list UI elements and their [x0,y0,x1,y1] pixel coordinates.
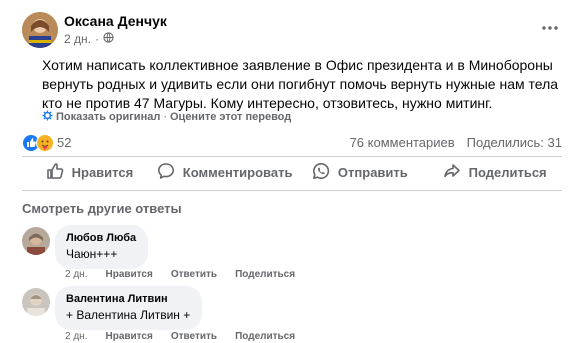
share-icon [443,162,461,183]
translate-gear-icon [42,110,53,124]
share-label: Поделиться [468,164,547,180]
comment-text: Чаюн+++ [66,247,118,261]
post-text: Хотим написать коллективное заявление в … [42,57,559,111]
send-label: Отправить [337,164,408,180]
commenter-name[interactable]: Любов Люба [66,231,136,245]
like-button[interactable]: Нравится [22,157,157,187]
globe-icon [103,32,114,46]
comment-icon [157,162,175,183]
post-time[interactable]: 2 дн. [64,32,91,46]
comment-text: + Валентина Литвин + [66,308,191,322]
comment-bubble: Валентина Литвин + Валентина Литвин + [55,286,203,330]
share-button[interactable]: Поделиться [427,157,562,187]
comment-reply-button[interactable]: Ответить [171,331,217,342]
author-name[interactable]: Оксана Денчук [64,13,167,29]
reaction-icons[interactable] [22,134,54,155]
comment-actions: 2 дн. Нравится Ответить Поделиться [65,331,295,342]
comment-share-button[interactable]: Поделиться [235,269,295,280]
comment-reply-button[interactable]: Ответить [171,269,217,280]
comment-bubble: Любов Люба Чаюн+++ [55,225,149,269]
divider-bottom [22,190,562,191]
comment-time[interactable]: 2 дн. [65,269,87,280]
translation-row: Показать оригинал · Оцените этот перевод [42,110,291,124]
see-more-replies-link[interactable]: Смотреть другие ответы [22,201,182,216]
comment-like-button[interactable]: Нравится [105,331,152,342]
more-dots-icon [542,17,558,35]
translate-separator: · [163,111,167,123]
comment-button[interactable]: Комментировать [157,157,293,187]
comment-share-button[interactable]: Поделиться [235,331,295,342]
reaction-count[interactable]: 52 [57,135,71,150]
more-options-button[interactable] [538,16,562,36]
comment-actions: 2 дн. Нравится Ответить Поделиться [65,269,295,280]
comment-item: Валентина Литвин + Валентина Литвин + 2 … [22,286,542,343]
post-meta: 2 дн. · [64,32,114,46]
post-action-bar: Нравится Комментировать Отправить Подели… [22,157,562,187]
show-original-link[interactable]: Показать оригинал [56,111,160,123]
whatsapp-icon [312,162,330,183]
comment-time[interactable]: 2 дн. [65,331,87,342]
comment-label: Комментировать [182,164,293,180]
care-reaction-icon [36,134,54,155]
like-icon [46,162,64,183]
post-stats: 76 комментариев Поделились: 31 [350,135,562,150]
commenter-name[interactable]: Валентина Литвин [66,292,190,306]
comment-like-button[interactable]: Нравится [105,269,152,280]
comments-count[interactable]: 76 комментариев [350,135,455,150]
meta-separator: · [94,32,99,46]
shares-count[interactable]: Поделились: 31 [467,135,562,150]
comment-item: Любов Люба Чаюн+++ 2 дн. Нравится Ответи… [22,225,542,285]
author-avatar[interactable] [22,12,58,48]
commenter-avatar[interactable] [22,288,50,316]
reactions-summary: 52 76 комментариев Поделились: 31 [22,134,562,152]
send-button[interactable]: Отправить [292,157,427,187]
rate-translation-link[interactable]: Оцените этот перевод [170,111,291,123]
like-label: Нравится [71,164,134,180]
commenter-avatar[interactable] [22,227,50,255]
post-header: Оксана Денчук 2 дн. · [22,12,562,52]
